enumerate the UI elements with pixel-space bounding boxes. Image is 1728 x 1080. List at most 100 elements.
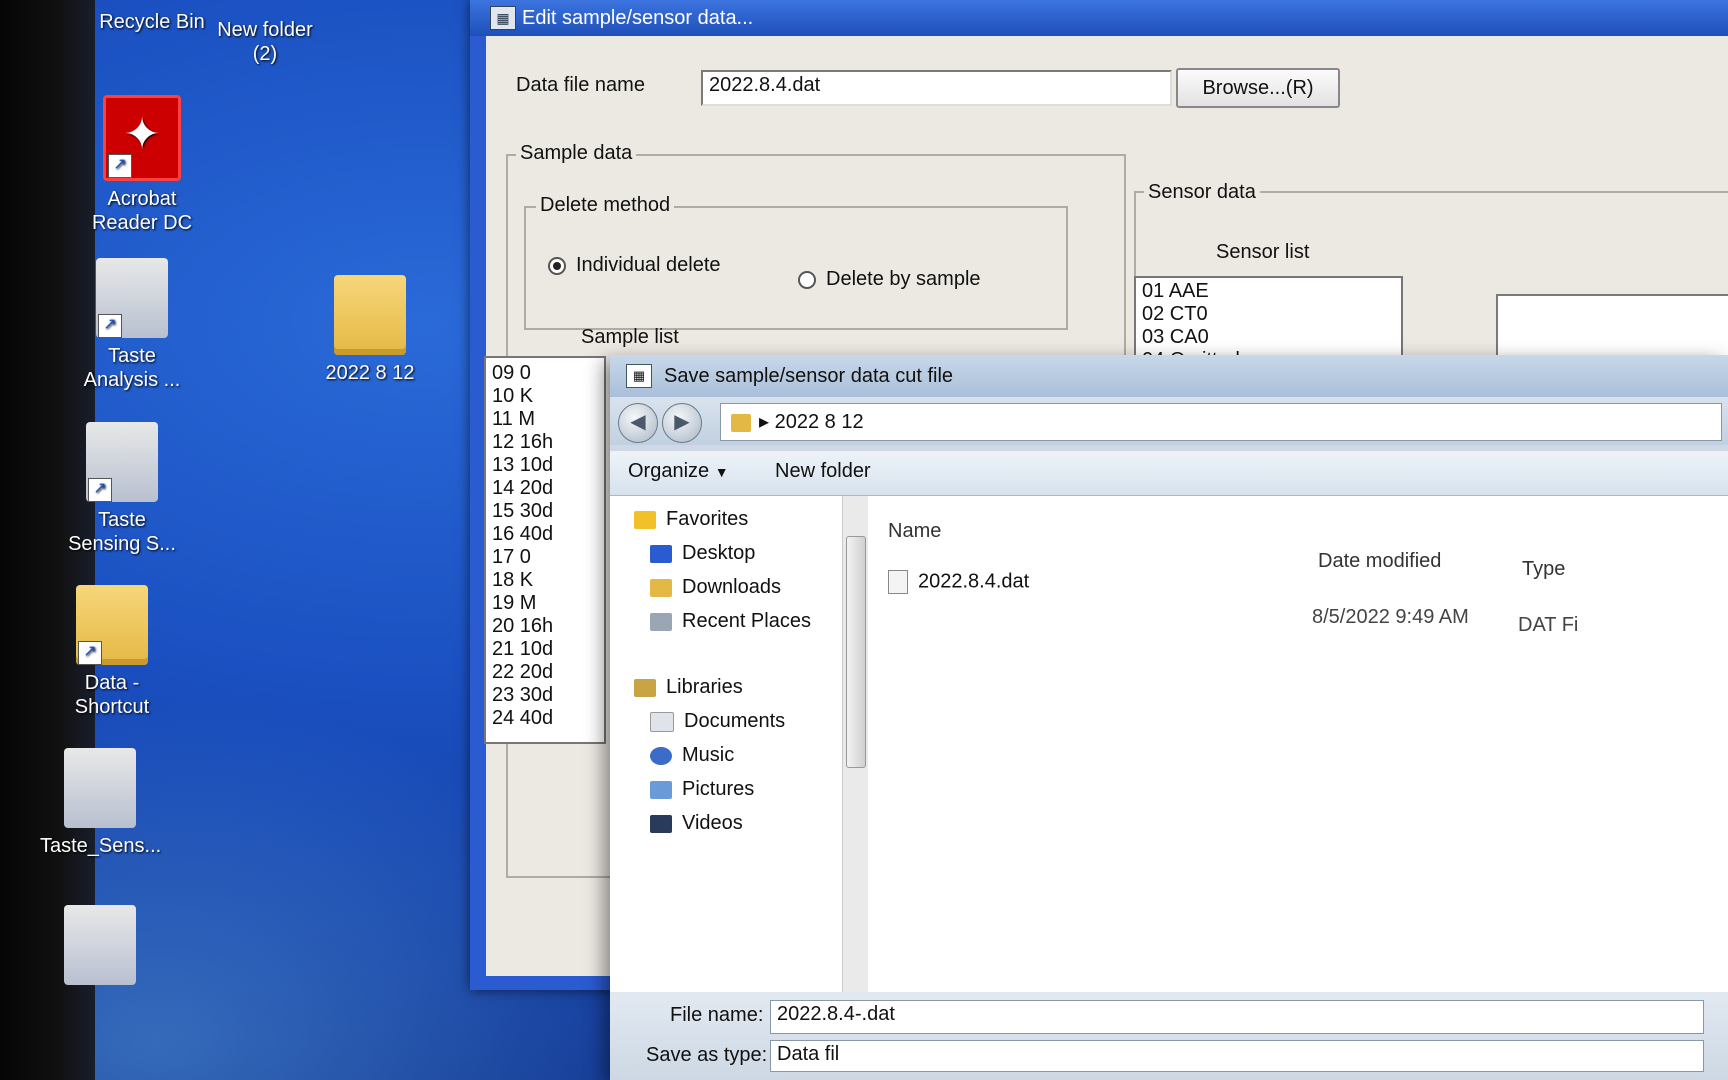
desktop-icon-acrobat[interactable]: ✦ ↗ Acrobat Reader DC: [82, 95, 202, 235]
desktop-icon-label: New folder (2): [217, 19, 313, 65]
videos-icon: [650, 814, 672, 833]
nav-label: Documents: [684, 710, 786, 732]
file-name: 2022.8.4.dat: [918, 570, 1030, 593]
desktop-icon-taste-analysis[interactable]: ↗ Taste Analysis ...: [72, 258, 192, 392]
breadcrumb-folder[interactable]: 2022 8 12: [775, 411, 864, 433]
desktop-icon-partial[interactable]: [40, 905, 160, 991]
libraries-icon: [634, 678, 656, 697]
sample-listbox[interactable]: 09 0 10 K 11 M 12 16h 13 10d 14 20d 15 30d 16 4…: [484, 356, 606, 744]
radio-label: Individual delete: [576, 254, 721, 276]
music-icon: [650, 746, 672, 765]
sample-list-item[interactable]: 12 16h: [486, 431, 604, 454]
new-folder-button[interactable]: New folder: [775, 460, 871, 483]
file-list-pane: Name Date modified Type 2022.8.4.dat 8/5…: [868, 496, 1728, 992]
nav-pictures[interactable]: Pictures: [650, 778, 754, 801]
desktop-icon-label: 2022 8 12: [325, 362, 415, 384]
radio-label: Delete by sample: [826, 268, 981, 290]
data-file-label: Data file name: [516, 74, 645, 96]
sample-list-item[interactable]: 22 20d: [486, 661, 604, 684]
sample-list-item[interactable]: 09 0: [486, 362, 604, 385]
shortcut-arrow-icon: ↗: [98, 314, 122, 338]
folder-icon: [731, 413, 751, 432]
nav-documents[interactable]: Documents: [650, 710, 785, 733]
desktop-icon-data-shortcut[interactable]: ↗ Data - Shortcut: [52, 585, 172, 719]
save-dialog-titlebar[interactable]: ▦ Save sample/sensor data cut file: [610, 355, 1728, 397]
nav-downloads[interactable]: Downloads: [650, 576, 781, 599]
address-bar-area: ◀ ▶ ▸ 2022 8 12: [610, 397, 1728, 445]
file-date: 8/5/2022 9:49 AM: [1312, 606, 1469, 628]
sample-list-item[interactable]: 14 20d: [486, 477, 604, 500]
save-type-select[interactable]: Data fil: [770, 1040, 1704, 1072]
radio-individual-delete[interactable]: Individual delete: [548, 254, 721, 277]
file-type: DAT Fi: [1518, 614, 1579, 636]
nav-desktop[interactable]: Desktop: [650, 542, 755, 565]
sensor-list-item[interactable]: 01 AAE: [1136, 280, 1401, 303]
desktop-icon-taste-sensing[interactable]: ↗ Taste Sensing S...: [62, 422, 182, 556]
desktop-icon-folder-2022-8-12[interactable]: 2022 8 12: [310, 275, 430, 385]
file-name-input[interactable]: 2022.8.4-.dat: [770, 1000, 1704, 1034]
app-icon: ↗: [86, 422, 158, 502]
sample-list-item[interactable]: 13 10d: [486, 454, 604, 477]
column-header-type[interactable]: Type: [1522, 558, 1565, 581]
nav-label: Downloads: [682, 576, 781, 598]
sensor-list-label: Sensor list: [1216, 241, 1310, 263]
nav-favorites[interactable]: Favorites: [634, 508, 748, 531]
desktop-icon-new-folder[interactable]: New folder (2): [210, 18, 320, 66]
sample-list-item[interactable]: 10 K: [486, 385, 604, 408]
recent-places-icon: [650, 612, 672, 631]
sample-list-item[interactable]: 21 10d: [486, 638, 604, 661]
sample-list-item[interactable]: 18 K: [486, 569, 604, 592]
organize-label: Organize: [628, 460, 710, 482]
nav-videos[interactable]: Videos: [650, 812, 743, 835]
dialog-title: Save sample/sensor data cut file: [664, 365, 954, 387]
sensor-data-group-label: Sensor data: [1144, 181, 1260, 204]
sample-list-item[interactable]: 23 30d: [486, 684, 604, 707]
app-icon: [64, 748, 136, 828]
desktop-icon-recycle-bin[interactable]: Recycle Bin: [92, 10, 212, 34]
sensor-list-item[interactable]: 03 CA0: [1136, 326, 1401, 349]
breadcrumb[interactable]: ▸ 2022 8 12: [720, 403, 1722, 441]
nav-recent-places[interactable]: Recent Places: [650, 610, 811, 633]
sample-list-item[interactable]: 20 16h: [486, 615, 604, 638]
desktop-icon-taste-sens[interactable]: Taste_Sens...: [40, 748, 161, 858]
chevron-down-icon: ▼: [714, 464, 729, 480]
window-app-icon: ▦: [490, 6, 516, 30]
file-row[interactable]: 2022.8.4.dat: [888, 570, 1029, 594]
sample-list-item[interactable]: 11 M: [486, 408, 604, 431]
nav-libraries[interactable]: Libraries: [634, 676, 743, 699]
nav-scrollbar[interactable]: [842, 496, 869, 992]
sensor-list-item[interactable]: 02 CT0: [1136, 303, 1401, 326]
documents-icon: [650, 711, 674, 732]
nav-label: Recent Places: [682, 610, 811, 632]
radio-selected-icon: [548, 256, 566, 275]
pictures-icon: [650, 780, 672, 799]
sample-list-item[interactable]: 24 40d: [486, 707, 604, 730]
column-header-name[interactable]: Name: [888, 520, 941, 543]
back-arrow-icon[interactable]: ◀: [618, 403, 658, 443]
sample-list-item[interactable]: 16 40d: [486, 523, 604, 546]
nav-music[interactable]: Music: [650, 744, 734, 767]
navigation-pane: Favorites Desktop Downloads Recent Place…: [610, 496, 842, 992]
scrollbar-thumb[interactable]: [846, 536, 866, 768]
shortcut-arrow-icon: ↗: [78, 641, 102, 665]
app-icon: [64, 905, 136, 985]
sample-list-item[interactable]: 19 M: [486, 592, 604, 615]
file-icon: [888, 570, 908, 594]
sample-data-group-label: Sample data: [516, 142, 637, 165]
shortcut-arrow-icon: ↗: [108, 154, 132, 178]
sample-list-item[interactable]: 17 0: [486, 546, 604, 569]
data-file-input[interactable]: 2022.8.4.dat: [701, 70, 1172, 106]
desktop-icon-label: Taste Analysis ...: [83, 345, 181, 391]
folder-icon: [334, 275, 406, 355]
nav-label: Favorites: [666, 508, 749, 530]
column-header-date[interactable]: Date modified: [1318, 550, 1441, 573]
radio-delete-by-sample[interactable]: Delete by sample: [798, 268, 981, 291]
sample-list-item[interactable]: 15 30d: [486, 500, 604, 523]
radio-unselected-icon: [798, 270, 816, 289]
edit-window-titlebar[interactable]: ▦ Edit sample/sensor data...: [470, 0, 1728, 36]
file-name-label: File name:: [670, 1004, 764, 1026]
organize-button[interactable]: Organize ▼: [628, 460, 729, 483]
forward-arrow-icon[interactable]: ▶: [662, 403, 702, 443]
browse-button[interactable]: Browse...(R): [1176, 68, 1340, 108]
dialog-app-icon: ▦: [626, 364, 652, 388]
